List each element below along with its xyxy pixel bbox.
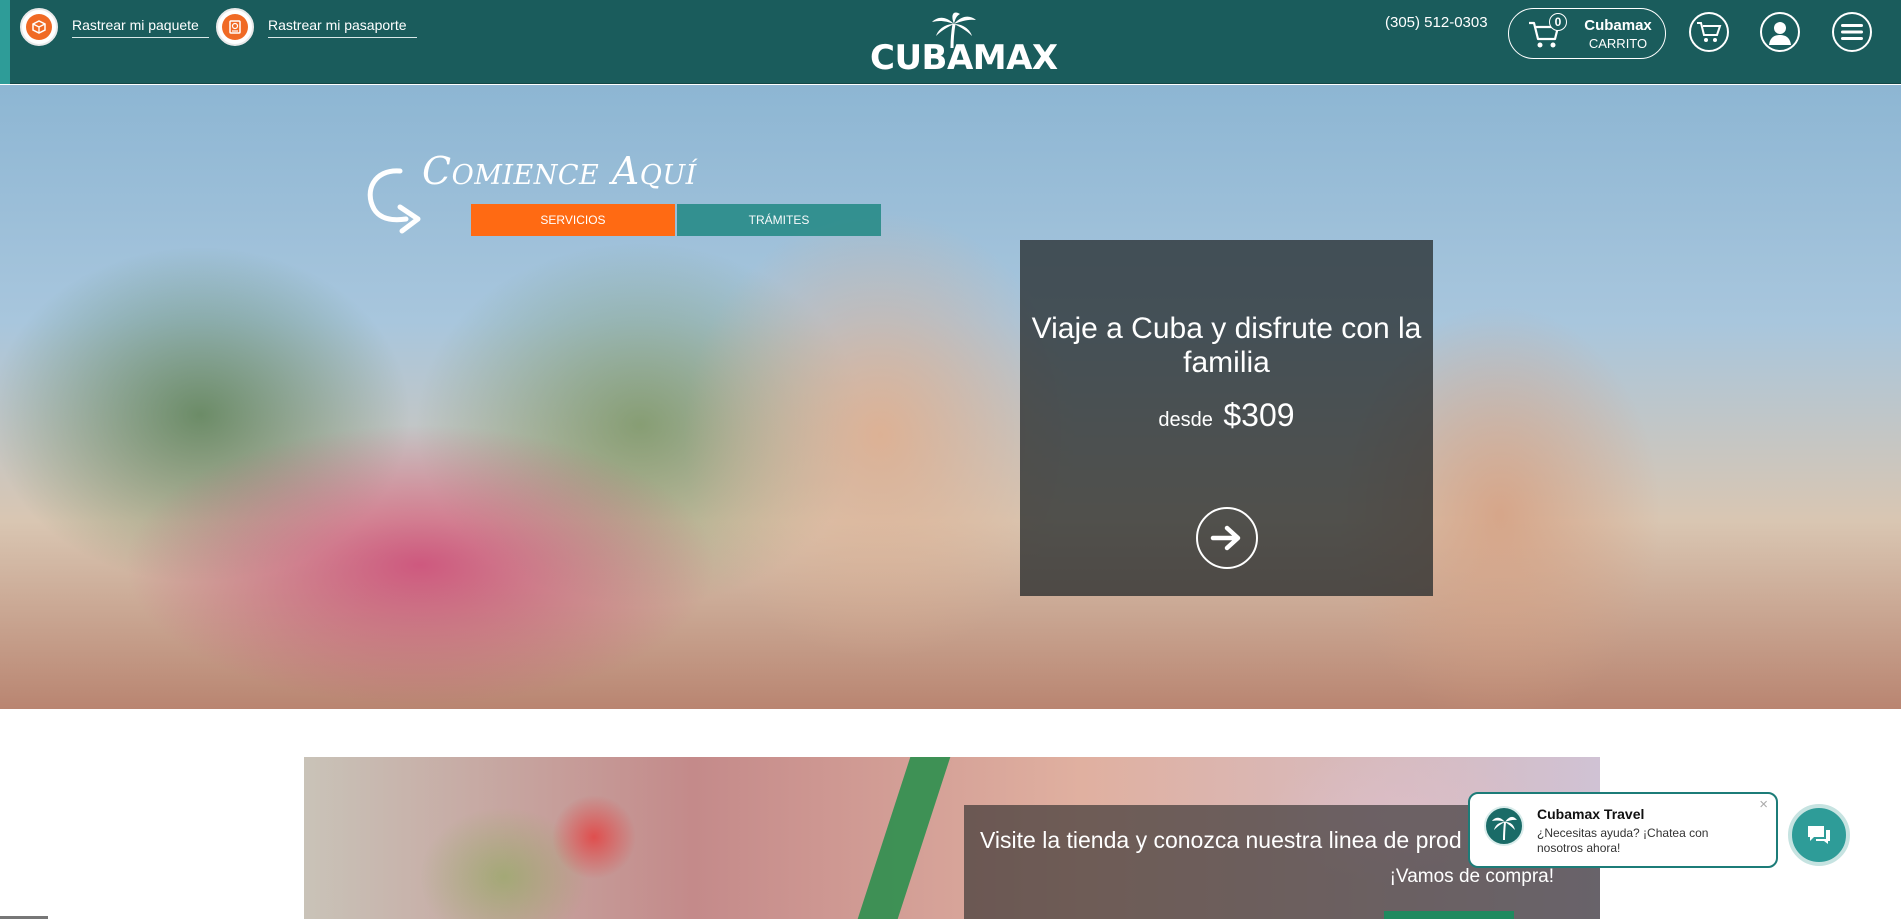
logo-text: CUBAMAX: [870, 38, 1058, 78]
travel-promo-panel: Viaje a Cuba y disfrute con la familia d…: [1020, 240, 1433, 596]
palm-logo-icon: [1484, 806, 1524, 846]
header-accent-strip: [0, 0, 10, 84]
passport-icon: [216, 8, 254, 46]
store-banner[interactable]: Visite la tienda y conozca nuestra linea…: [304, 757, 1600, 919]
store-cart-icon[interactable]: [1689, 12, 1729, 52]
store-subtitle: ¡Vamos de compra!: [1389, 866, 1554, 887]
site-header: Rastrear mi paquete Rastrear mi pasaport…: [0, 0, 1901, 84]
store-title: Visite la tienda y conozca nuestra linea…: [980, 827, 1462, 853]
track-passport-label: Rastrear mi pasaporte: [268, 17, 417, 38]
chat-bubble-icon: [1808, 826, 1830, 844]
chat-popup[interactable]: Cubamax Travel ¿Necesitas ayuda? ¡Chatea…: [1468, 792, 1778, 868]
promo-price: $309: [1223, 397, 1295, 433]
chat-open-button[interactable]: [1788, 804, 1850, 866]
cart-button[interactable]: 0 Cubamax CARRITO: [1508, 8, 1666, 59]
phone-number[interactable]: (305) 512-0303: [1385, 14, 1488, 31]
tab-servicios[interactable]: SERVICIOS: [471, 204, 675, 236]
promo-price-line: desde $309: [1020, 397, 1433, 434]
cart-count-badge: 0: [1549, 13, 1567, 31]
tab-tramites[interactable]: TRÁMITES: [677, 204, 881, 236]
cubamax-logo[interactable]: CUBAMAX: [870, 12, 1058, 78]
promo-title: Viaje a Cuba y disfrute con la familia: [1031, 312, 1422, 379]
service-tabs: SERVICIOS TRÁMITES: [471, 204, 881, 236]
chat-message: ¿Necesitas ayuda? ¡Chatea con nosotros a…: [1537, 826, 1709, 855]
promo-go-button[interactable]: [1196, 507, 1258, 569]
package-icon: [20, 8, 58, 46]
chat-close-icon[interactable]: ×: [1759, 796, 1768, 813]
arrow-right-icon: [1210, 525, 1241, 551]
track-passport-link[interactable]: Rastrear mi pasaporte: [216, 8, 417, 46]
shopping-cart-image: [857, 757, 951, 919]
promo-from-label: desde: [1158, 409, 1213, 431]
cart-title: Cubamax: [1584, 17, 1652, 34]
user-icon[interactable]: [1760, 12, 1800, 52]
menu-icon[interactable]: [1832, 12, 1872, 52]
track-package-label: Rastrear mi paquete: [72, 17, 209, 38]
chat-agent-name: Cubamax Travel: [1537, 806, 1645, 822]
track-package-link[interactable]: Rastrear mi paquete: [20, 8, 209, 46]
store-shop-button[interactable]: [1384, 911, 1514, 919]
start-here-heading: Comience Aquí: [422, 149, 697, 193]
cart-subtitle: CARRITO: [1588, 36, 1648, 51]
hero-banner: Comience Aquí SERVICIOS TRÁMITES Viaje a…: [0, 85, 1901, 709]
